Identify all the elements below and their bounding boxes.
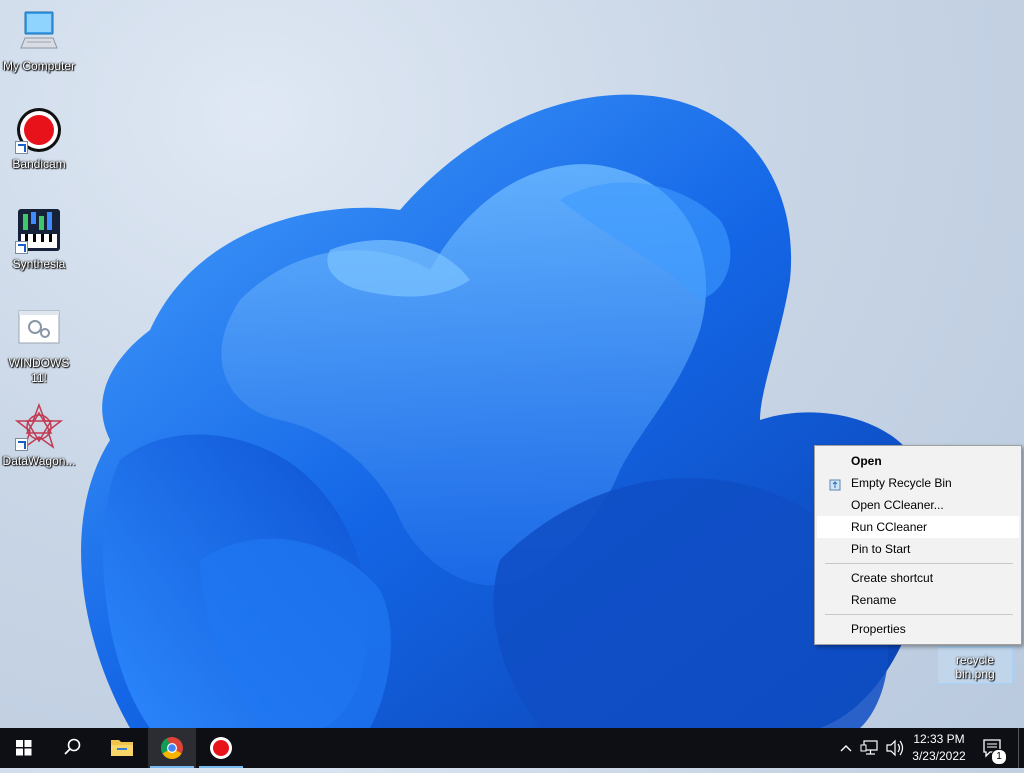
- windows-logo-icon: [16, 740, 32, 756]
- desktop-icon-label: DataWagon...: [2, 454, 76, 468]
- menu-item-label: Pin to Start: [851, 542, 911, 556]
- shortcut-arrow-icon: [15, 141, 28, 154]
- desktop[interactable]: My Computer Bandicam Synthesia WINDOWS 1…: [0, 0, 1024, 728]
- show-desktop-button[interactable]: [1018, 728, 1024, 768]
- menu-item-label: Properties: [851, 622, 906, 636]
- volume-button[interactable]: [884, 728, 906, 768]
- menu-separator: [825, 563, 1013, 564]
- shortcut-arrow-icon: [15, 241, 28, 254]
- desktop-icon-windows11-file[interactable]: WINDOWS 11!: [0, 305, 78, 386]
- shortcut-arrow-icon: [15, 438, 28, 451]
- chevron-up-icon: [840, 745, 852, 752]
- menu-item-run-ccleaner[interactable]: Run CCleaner: [817, 516, 1019, 538]
- search-button[interactable]: [48, 728, 96, 768]
- network-button[interactable]: [858, 728, 884, 768]
- menu-item-label: Rename: [851, 593, 897, 607]
- computer-icon: [15, 8, 63, 56]
- menu-item-label: Empty Recycle Bin: [851, 476, 952, 490]
- chrome-button[interactable]: [148, 728, 196, 768]
- menu-item-open-ccleaner[interactable]: Open CCleaner...: [817, 494, 1019, 516]
- context-menu: Open Empty Recycle Bin Open CCleaner... …: [814, 445, 1022, 645]
- desktop-file-recycle-bin-png[interactable]: recycle bin.png: [937, 647, 1013, 684]
- menu-separator: [825, 614, 1013, 615]
- menu-item-label: Open CCleaner...: [851, 498, 944, 512]
- menu-item-label: Run CCleaner: [851, 520, 928, 534]
- synthesia-icon: [15, 206, 63, 254]
- desktop-icon-label: Synthesia: [12, 257, 66, 271]
- clock[interactable]: 12:33 PM 3/23/2022: [905, 731, 973, 765]
- bandicam-taskbar-button[interactable]: [197, 728, 245, 768]
- clock-date: 3/23/2022: [912, 749, 966, 763]
- clock-time: 12:33 PM: [913, 732, 965, 746]
- desktop-icon-label: My Computer: [2, 59, 76, 73]
- menu-item-empty-recycle-bin[interactable]: Empty Recycle Bin: [817, 472, 1019, 494]
- volume-icon: [886, 739, 904, 757]
- desktop-icon-my-computer[interactable]: My Computer: [0, 8, 78, 74]
- menu-item-rename[interactable]: Rename: [817, 589, 1019, 611]
- notification-count-badge: 1: [991, 749, 1007, 765]
- datawagon-icon: [14, 402, 64, 451]
- bandicam-icon: [15, 106, 63, 154]
- desktop-icon-label: Bandicam: [12, 157, 66, 171]
- desktop-file-label: recycle bin.png: [955, 653, 995, 681]
- desktop-icon-synthesia[interactable]: Synthesia: [0, 206, 78, 272]
- windows11-file-icon: [15, 305, 63, 353]
- recycle-bin-icon: [829, 476, 841, 491]
- desktop-icon-bandicam[interactable]: Bandicam: [0, 106, 78, 172]
- show-hidden-icons-button[interactable]: [836, 728, 856, 768]
- menu-item-open[interactable]: Open: [817, 450, 1019, 472]
- menu-item-label: Create shortcut: [851, 571, 934, 585]
- desktop-icon-datawagon[interactable]: DataWagon...: [0, 402, 78, 469]
- file-explorer-button[interactable]: [98, 728, 146, 768]
- search-icon: [64, 738, 81, 755]
- bandicam-icon: [210, 737, 232, 759]
- start-button[interactable]: [0, 728, 48, 768]
- menu-item-label: Open: [851, 454, 882, 468]
- network-icon: [860, 740, 878, 755]
- menu-item-properties[interactable]: Properties: [817, 618, 1019, 640]
- folder-icon: [111, 740, 133, 756]
- taskbar: 12:33 PM 3/23/2022: [0, 728, 1024, 768]
- desktop-icon-label: WINDOWS 11!: [8, 356, 70, 385]
- chrome-icon: [161, 737, 183, 759]
- menu-item-create-shortcut[interactable]: Create shortcut: [817, 567, 1019, 589]
- menu-item-pin-to-start[interactable]: Pin to Start: [817, 538, 1019, 560]
